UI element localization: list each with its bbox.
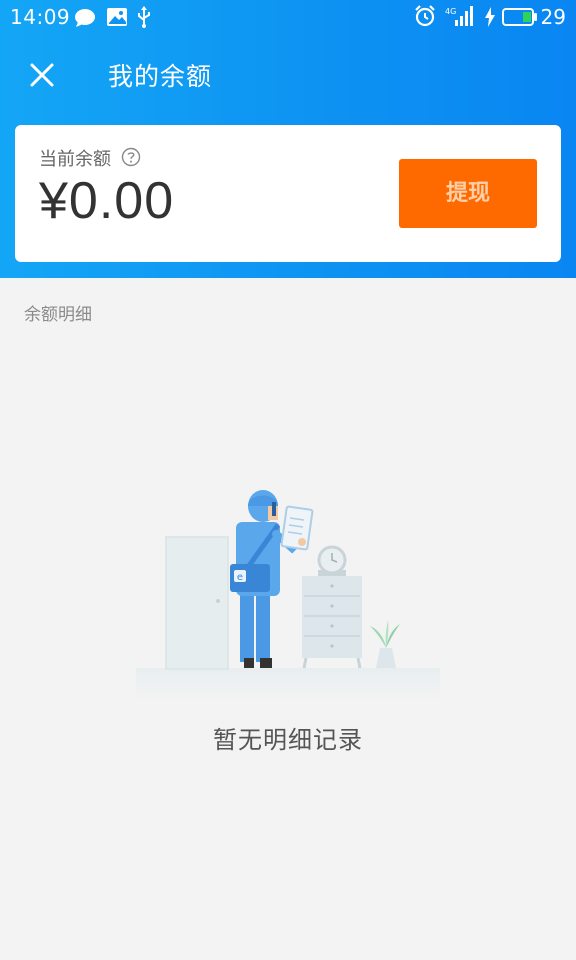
status-bar: 14:09 4G 29 — [0, 0, 576, 34]
svg-text:e: e — [237, 572, 243, 583]
network-type-label: 4G — [445, 7, 456, 16]
empty-state-text: 暂无明细记录 — [213, 726, 363, 754]
message-icon — [75, 9, 95, 27]
page-title: 我的余额 — [108, 62, 213, 91]
signal-icon: 4G — [445, 6, 473, 26]
help-icon[interactable] — [121, 147, 141, 167]
withdraw-button[interactable]: 提现 — [399, 159, 537, 228]
usb-icon — [138, 6, 150, 28]
empty-state-illustration: e — [136, 400, 440, 700]
battery-level: 29 — [540, 5, 566, 29]
balance-card: 当前余额 ¥0.00 提现 — [15, 125, 561, 262]
image-icon — [107, 8, 127, 26]
status-time: 14:09 — [10, 5, 71, 29]
balance-label: 当前余额 — [39, 149, 111, 170]
close-icon — [30, 63, 54, 87]
alarm-icon — [415, 5, 435, 27]
balance-amount: ¥0.00 — [39, 172, 175, 230]
charging-icon — [485, 7, 495, 27]
section-label: 余额明细 — [24, 305, 92, 325]
close-button[interactable] — [22, 55, 62, 95]
battery-icon — [502, 8, 537, 26]
